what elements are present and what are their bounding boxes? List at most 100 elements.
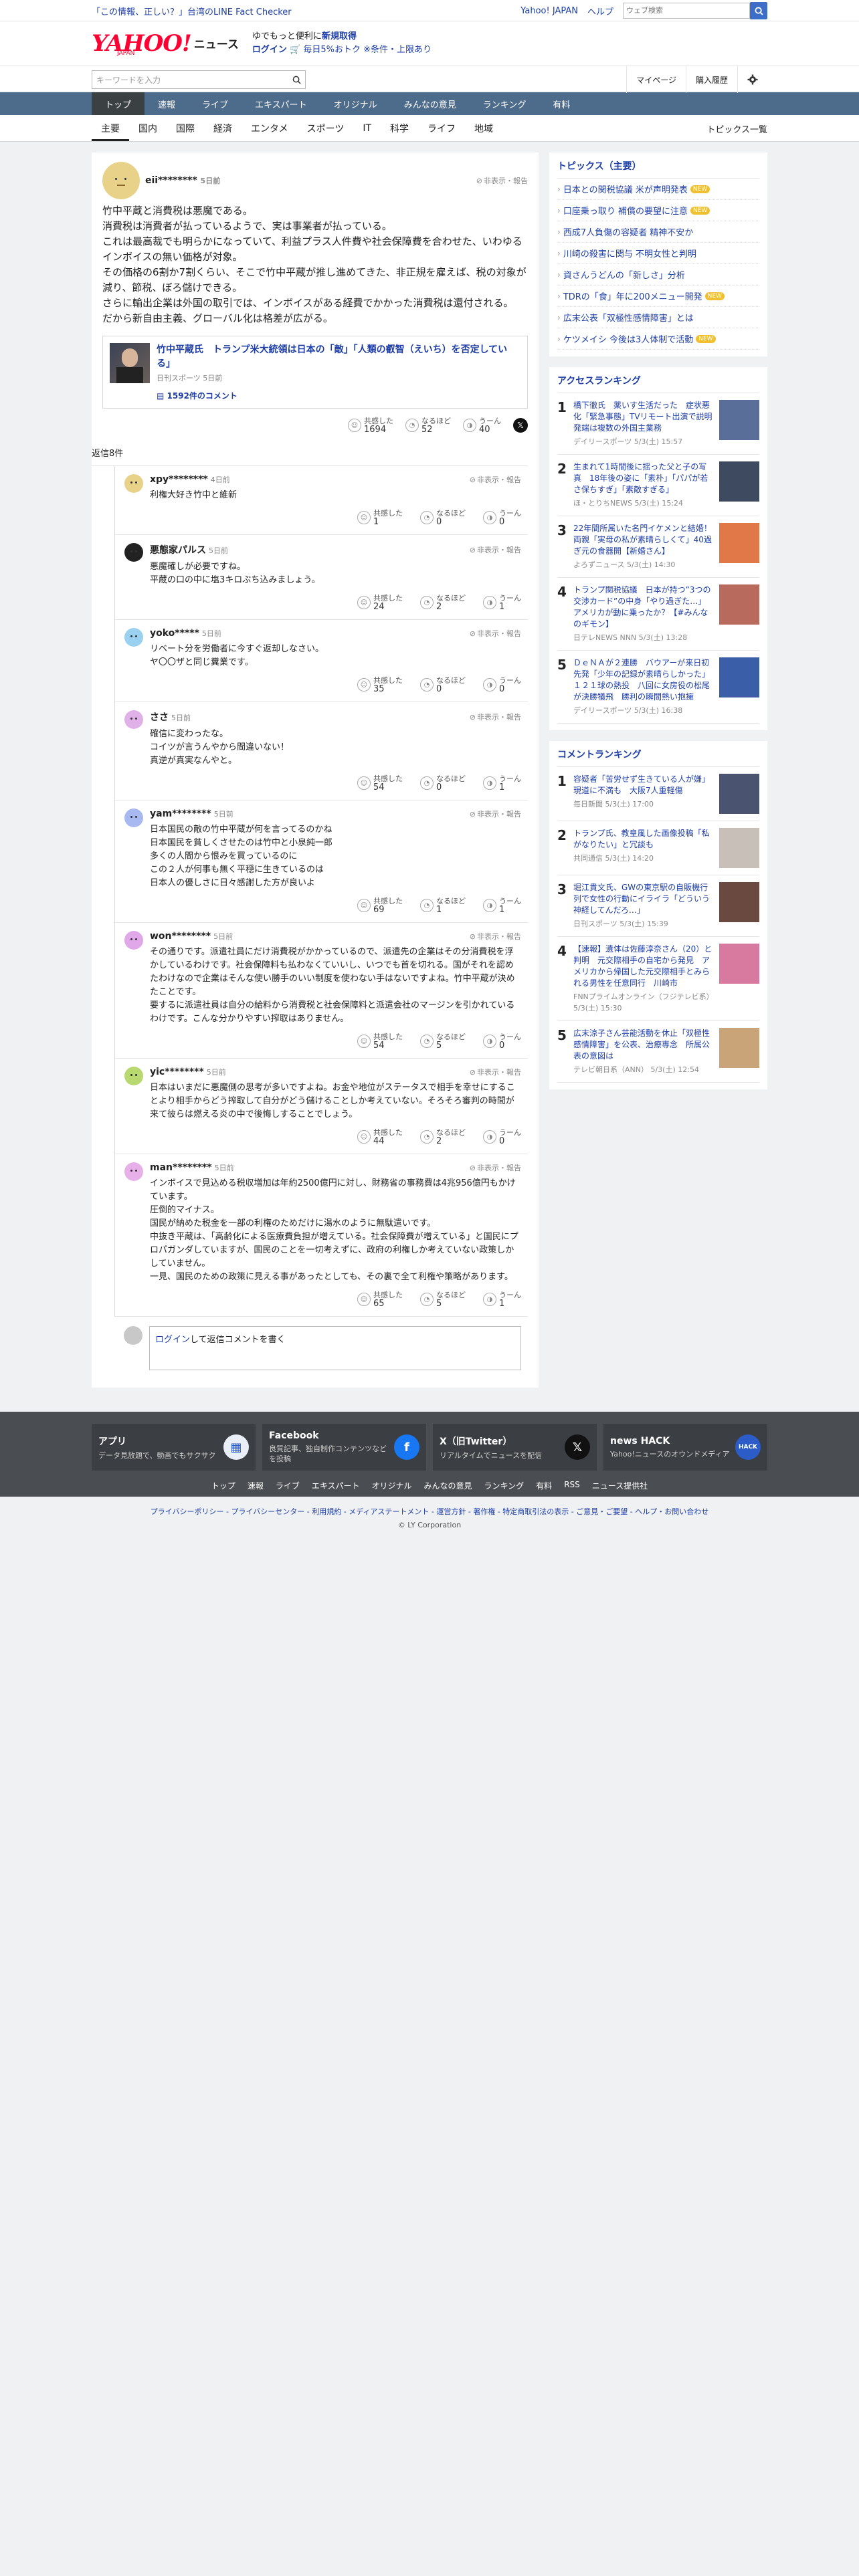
hmm-button[interactable]: ◑ うーん 40 — [463, 417, 501, 434]
empathy-button[interactable]: ☺ 共感した 65 — [357, 1291, 403, 1308]
empathy-button[interactable]: ☺ 共感した 1 — [357, 509, 403, 526]
hmm-button[interactable]: ◑ うーん 1 — [483, 897, 521, 914]
promo-offer[interactable]: 🛒 毎日5%おトク ※条件・上限あり — [290, 45, 432, 55]
category-tab[interactable]: ライフ — [418, 122, 465, 135]
search-icon[interactable] — [292, 76, 301, 84]
factcheck-link[interactable]: 「この情報、正しい？」台湾のLINE Fact Checker — [92, 5, 292, 17]
x-share-icon[interactable]: 𝕏 — [513, 418, 528, 433]
article-card[interactable]: 竹中平蔵氏 トランプ米大統領は日本の「敵」「人類の叡智（えいち）を否定している」… — [102, 336, 528, 409]
report-button[interactable]: ⊘ 非表示・報告 — [470, 474, 521, 485]
promo-login-link[interactable]: ログイン — [252, 45, 287, 55]
empathy-button[interactable]: ☺ 共感した 24 — [357, 594, 403, 611]
empathy-button[interactable]: ☺ 共感した 54 — [357, 1033, 403, 1050]
nav-item[interactable]: 速報 — [145, 92, 189, 115]
ranking-item[interactable]: 1 橋下徹氏 薬いす生活だった 症状悪化「緊急事態」TVリモート出演で説明 発端は… — [557, 393, 759, 455]
purchase-history-button[interactable]: 購入履歴 — [685, 66, 737, 93]
topic-link[interactable]: 広末公表「双極性感情障害」とは — [557, 307, 759, 328]
hmm-button[interactable]: ◑ うーん 0 — [483, 1033, 521, 1050]
web-search-input[interactable] — [623, 3, 750, 19]
report-button[interactable]: ⊘ 非表示・報告 — [470, 809, 521, 819]
nav-item[interactable]: オリジナル — [320, 92, 391, 115]
legal-links[interactable]: プライバシーポリシー - プライバシーセンター - 利用規約 - メディアステー… — [0, 1506, 859, 1517]
keyword-search-input[interactable]: キーワードを入力 — [96, 74, 161, 86]
yahoo-news-logo[interactable]: YAHOO! JAPAN ニュース — [92, 30, 239, 57]
web-search-button[interactable] — [750, 2, 767, 19]
footer-promo[interactable]: アプリ データ見放題で、動画でもサクサク ▦ — [92, 1424, 256, 1471]
category-tab[interactable]: エンタメ — [242, 122, 298, 135]
topics-list-link[interactable]: トピックス一覧 — [706, 122, 767, 135]
footer-nav-link[interactable]: RSS — [564, 1480, 580, 1491]
reply-user[interactable]: ささ — [150, 712, 169, 723]
reply-user[interactable]: yic******** — [150, 1067, 204, 1077]
footer-nav-link[interactable]: エキスパート — [312, 1480, 360, 1491]
ranking-item[interactable]: 3 堀江貴文氏、GWの東京駅の自販機行列で女性の行動にイライラ「どういう神経してん… — [557, 875, 759, 937]
topic-link[interactable]: 口座乗っ取り 補償の要望に注意NEW — [557, 200, 759, 221]
report-button[interactable]: ⊘ 非表示・報告 — [470, 1162, 521, 1173]
category-tab[interactable]: 科学 — [381, 122, 418, 135]
footer-nav-link[interactable]: ランキング — [484, 1480, 524, 1491]
help-link[interactable]: ヘルプ — [587, 5, 613, 17]
insight-button[interactable]: ◔ なるほど 1 — [420, 897, 466, 914]
empathy-button[interactable]: ☺ 共感した 44 — [357, 1128, 403, 1146]
settings-button[interactable] — [737, 66, 767, 93]
reply-user[interactable]: xpy******** — [150, 474, 208, 485]
promo-signup-link[interactable]: 新規取得 — [322, 31, 357, 41]
ranking-item[interactable]: 5 ＤｅＮＡが２連勝 バウアーが来日初先発「少年の記録が素晴らしかった」１２１球の… — [557, 651, 759, 724]
footer-promo[interactable]: Facebook 良質記事、独自制作コンテンツなどを投稿 f — [262, 1424, 426, 1471]
category-tab[interactable]: 主要 — [92, 122, 129, 141]
empathy-button[interactable]: ☺ 共感した 69 — [357, 897, 403, 914]
ranking-item[interactable]: 2 トランプ氏、教皇風した画像投稿「私がなりたい」と冗談も 共同通信 5/3(土) … — [557, 821, 759, 875]
report-button[interactable]: ⊘ 非表示・報告 — [470, 931, 521, 942]
report-button[interactable]: ⊘ 非表示・報告 — [470, 544, 521, 555]
report-button[interactable]: ⊘ 非表示・報告 — [470, 628, 521, 639]
hmm-button[interactable]: ◑ うーん 0 — [483, 676, 521, 693]
category-tab[interactable]: IT — [353, 123, 381, 134]
footer-nav-link[interactable]: 速報 — [248, 1480, 264, 1491]
login-link[interactable]: ログイン — [155, 1335, 190, 1345]
hmm-button[interactable]: ◑ うーん 1 — [483, 594, 521, 611]
insight-button[interactable]: ◔ なるほど 5 — [420, 1291, 466, 1308]
footer-nav-link[interactable]: ニュース提供社 — [592, 1480, 648, 1491]
insight-button[interactable]: ◔ なるほど 0 — [420, 509, 466, 526]
insight-button[interactable]: ◔ なるほど 0 — [420, 774, 466, 792]
keyword-search[interactable]: キーワードを入力 — [92, 70, 306, 89]
empathy-button[interactable]: ☺ 共感した 1694 — [348, 417, 393, 434]
category-tab[interactable]: 国内 — [129, 122, 167, 135]
footer-promo[interactable]: X（旧Twitter） リアルタイムでニュースを配信 𝕏 — [433, 1424, 597, 1471]
category-tab[interactable]: 国際 — [167, 122, 204, 135]
footer-nav-link[interactable]: 有料 — [536, 1480, 552, 1491]
hmm-button[interactable]: ◑ うーん 1 — [483, 1291, 521, 1308]
hmm-button[interactable]: ◑ うーん 0 — [483, 509, 521, 526]
footer-nav-link[interactable]: みんなの意見 — [424, 1480, 472, 1491]
nav-item[interactable]: 有料 — [539, 92, 583, 115]
footer-nav-link[interactable]: トップ — [211, 1480, 235, 1491]
insight-button[interactable]: ◔ なるほど 2 — [420, 594, 466, 611]
reply-user[interactable]: yoko***** — [150, 628, 199, 639]
footer-nav-link[interactable]: オリジナル — [372, 1480, 412, 1491]
report-button[interactable]: ⊘ 非表示・報告 — [470, 712, 521, 722]
ranking-item[interactable]: 5 広末涼子さん芸能活動を休止「双極性感情障害」を公表、治療専念 所属公表の意図は… — [557, 1021, 759, 1083]
nav-item[interactable]: ランキング — [470, 92, 540, 115]
empathy-button[interactable]: ☺ 共感した 54 — [357, 774, 403, 792]
nav-item[interactable]: みんなの意見 — [391, 92, 470, 115]
insight-button[interactable]: ◔ なるほど 52 — [405, 417, 451, 434]
ranking-item[interactable]: 1 容疑者「苦労せず生きている人が嫌」現道に不満も 大阪7人重軽傷 毎日新聞 5/3… — [557, 767, 759, 821]
comment-user[interactable]: eii******** — [145, 175, 197, 186]
topic-link[interactable]: 資さんうどんの「新しさ」分析 — [557, 264, 759, 286]
ranking-item[interactable]: 4 【速報】遺体は佐藤淳奈さん（20）と判明 元交際相手の自宅から発見 アメリカか… — [557, 937, 759, 1021]
topic-link[interactable]: 西成7人負傷の容疑者 精神不安か — [557, 221, 759, 243]
report-button[interactable]: ⊘ 非表示・報告 — [476, 175, 528, 186]
nav-item[interactable]: トップ — [92, 92, 145, 115]
topic-link[interactable]: TDRの「食」年に200メニュー開発NEW — [557, 286, 759, 307]
yahoo-japan-link[interactable]: Yahoo! JAPAN — [520, 6, 578, 16]
article-title[interactable]: 竹中平蔵氏 トランプ米大統領は日本の「敵」「人類の叡智（えいち）を否定している」 — [157, 343, 520, 371]
topic-link[interactable]: 日本との関税協議 米が声明発表NEW — [557, 179, 759, 200]
ranking-item[interactable]: 4 トランプ関税協議 日本が持つ”3つの交渉カード”の中身「やり過ぎた…」アメリカ… — [557, 578, 759, 651]
report-button[interactable]: ⊘ 非表示・報告 — [470, 1067, 521, 1077]
empathy-button[interactable]: ☺ 共感した 35 — [357, 676, 403, 693]
nav-item[interactable]: エキスパート — [242, 92, 320, 115]
category-tab[interactable]: 地域 — [465, 122, 502, 135]
ranking-item[interactable]: 2 生まれて1時間後に揺った父と子の写真 18年後の姿に「素朴」「パパが若さ保ちす… — [557, 455, 759, 516]
category-tab[interactable]: 経済 — [204, 122, 242, 135]
insight-button[interactable]: ◔ なるほど 2 — [420, 1128, 466, 1146]
